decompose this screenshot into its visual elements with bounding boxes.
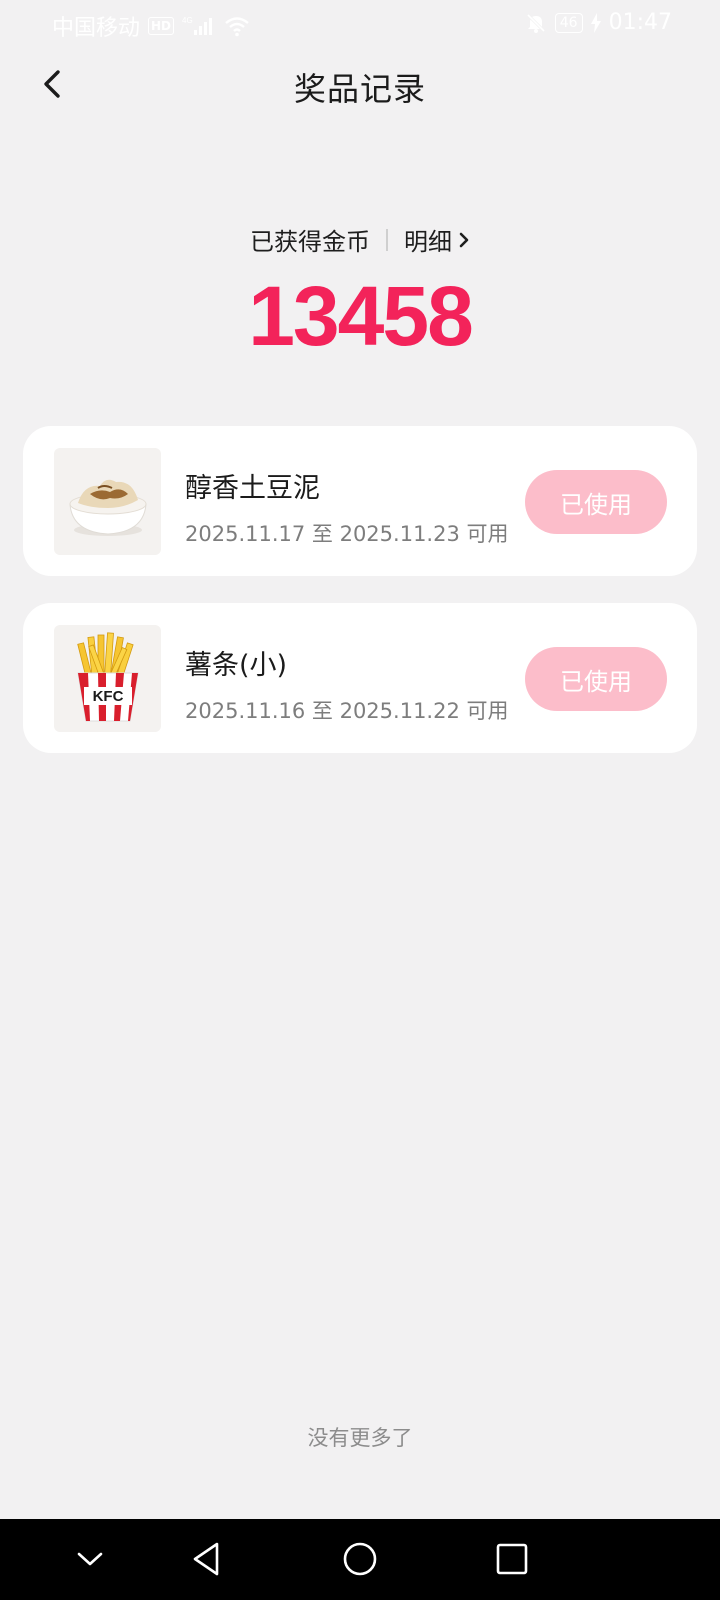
- navigation-bar: [0, 1519, 720, 1600]
- coins-value: 13458: [248, 269, 474, 363]
- detail-label: 明细: [404, 228, 452, 256]
- mute-bell-icon: [525, 12, 547, 34]
- screen: 中国移动 HD 4G 46 01:47 奖品记录 已获得金币 明细 13458 …: [0, 0, 720, 1600]
- signal-icon: 4G: [182, 15, 216, 37]
- prize-card: KFC 薯条(小) 2025.11.16 至 2025.11.22 可用 已使用: [23, 603, 697, 753]
- status-right: 46 01:47: [525, 10, 672, 35]
- status-bar: 中国移动 HD 4G 46 01:47: [0, 0, 720, 50]
- nav-back-button[interactable]: [184, 1537, 228, 1581]
- page-title: 奖品记录: [293, 70, 426, 108]
- wifi-icon: [224, 15, 250, 37]
- coins-label: 已获得金币: [250, 228, 370, 256]
- prize-name: 薯条(小): [185, 650, 288, 681]
- used-button[interactable]: 已使用: [525, 647, 667, 711]
- nav-collapse-button[interactable]: [68, 1537, 112, 1581]
- clock: 01:47: [608, 10, 672, 35]
- chevron-right-icon: [459, 232, 469, 247]
- french-fries-image: KFC: [54, 625, 161, 732]
- square-recents-icon: [496, 1543, 528, 1575]
- prize-dates: 2025.11.16 至 2025.11.22 可用: [185, 699, 509, 723]
- prize-name: 醇香土豆泥: [185, 473, 320, 504]
- no-more-text: 没有更多了: [307, 1426, 413, 1450]
- svg-text:4G: 4G: [182, 16, 193, 25]
- chevron-down-icon: [77, 1552, 103, 1566]
- triangle-back-icon: [193, 1542, 219, 1576]
- kfc-logo: KFC: [93, 688, 124, 705]
- used-button[interactable]: 已使用: [525, 470, 667, 534]
- prize-dates: 2025.11.17 至 2025.11.23 可用: [185, 522, 509, 546]
- hd-badge: HD: [148, 17, 175, 35]
- circle-home-icon: [343, 1542, 377, 1576]
- carrier-label: 中国移动: [52, 16, 141, 41]
- mashed-potato-image: [54, 448, 161, 555]
- divider: [386, 228, 388, 251]
- status-left: 中国移动 HD 4G: [52, 10, 250, 42]
- coins-summary: 已获得金币 明细: [0, 222, 720, 257]
- charging-bolt-icon: [590, 12, 601, 33]
- nav-recents-button[interactable]: [490, 1537, 534, 1581]
- prize-card: 醇香土豆泥 2025.11.17 至 2025.11.23 可用 已使用: [23, 426, 697, 576]
- nav-home-button[interactable]: [338, 1537, 382, 1581]
- battery-indicator: 46: [554, 12, 583, 33]
- detail-link[interactable]: 明细: [404, 222, 470, 257]
